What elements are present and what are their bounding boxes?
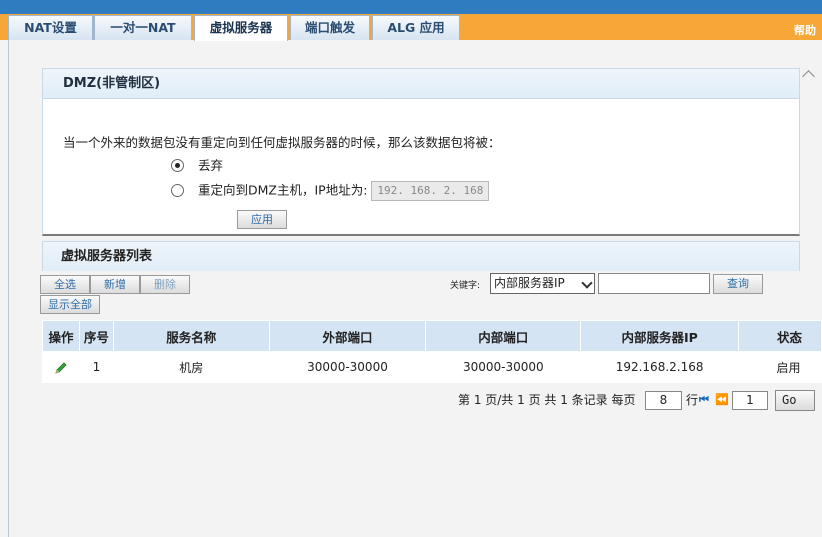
keyword-select[interactable]: 内部服务器IP: [490, 273, 595, 294]
redirect-radio[interactable]: [171, 183, 184, 197]
select-all-button[interactable]: 全选: [40, 275, 90, 294]
tab-virtual-server[interactable]: 虚拟服务器: [194, 15, 288, 41]
dmz-description: 当一个外来的数据包没有重定向到任何虚拟服务器的时候，那么该数据包将被：: [63, 135, 501, 150]
col-header-name: 服务名称: [112, 320, 270, 352]
col-header-ext-port: 外部端口: [268, 320, 427, 352]
dmz-ip-input[interactable]: 192. 168. 2. 168: [371, 181, 490, 201]
row-server-ip: 192.168.2.168: [580, 351, 739, 383]
row-service-name: 机房: [113, 351, 270, 383]
col-header-status: 状态: [738, 320, 822, 352]
row-index: 1: [79, 351, 114, 383]
rows-label: 行: [686, 393, 699, 407]
first-page-icon[interactable]: ⏮: [699, 393, 709, 407]
dmz-title: DMZ(非管制区): [43, 69, 799, 99]
tab-port-trigger[interactable]: 端口触发: [290, 15, 370, 40]
pager-text: 第 1 页/共 1 页 共 1 条记录 每页: [458, 393, 636, 407]
tab-nat-settings[interactable]: NAT设置: [8, 15, 93, 40]
tab-one-to-one-nat[interactable]: 一对一NAT: [94, 15, 192, 40]
row-ext-port: 30000-30000: [269, 351, 426, 383]
keyword-select-value: 内部服务器IP: [494, 276, 565, 290]
table-row: 1 机房 30000-30000 30000-30000 192.168.2.1…: [42, 351, 822, 383]
tab-bar: NAT设置 一对一NAT 虚拟服务器 端口触发 ALG 应用 帮助: [0, 14, 822, 41]
tab-alg[interactable]: ALG 应用: [372, 15, 460, 40]
apply-button[interactable]: 应用: [237, 210, 287, 229]
discard-option[interactable]: 丢弃: [171, 157, 223, 175]
redirect-label: 重定向到DMZ主机，IP地址为:: [198, 182, 368, 198]
top-banner: [0, 0, 822, 14]
help-link[interactable]: 帮助: [794, 22, 816, 38]
edit-cell[interactable]: [42, 351, 80, 383]
keyword-label: 关键字:: [450, 281, 481, 291]
add-button[interactable]: 新增: [90, 275, 140, 294]
col-header-server-ip: 内部服务器IP: [580, 320, 740, 352]
virtual-server-table: 操作 序号 服务名称 外部端口 内部端口 内部服务器IP 状态 1 机房 300…: [42, 320, 822, 383]
prev-page-icon[interactable]: ⏪: [715, 393, 729, 406]
row-int-port: 30000-30000: [425, 351, 581, 383]
vs-list-title: 虚拟服务器列表: [42, 241, 800, 271]
col-header-index: 序号: [78, 320, 114, 352]
app-root: { "tabs": [ {"label": "NAT设置"}, {"label"…: [0, 0, 822, 537]
redirect-option[interactable]: 重定向到DMZ主机，IP地址为: 192. 168. 2. 168: [171, 181, 490, 201]
delete-button[interactable]: 删除: [140, 275, 190, 294]
left-divider: [8, 40, 9, 537]
page-number-input[interactable]: 1: [732, 391, 768, 410]
row-status: 启用: [738, 351, 822, 383]
per-page-input[interactable]: 8: [645, 391, 682, 410]
scroll-up-icon[interactable]: [802, 70, 815, 83]
table-header-row: 操作 序号 服务名称 外部端口 内部端口 内部服务器IP 状态: [42, 320, 822, 352]
discard-label: 丢弃: [198, 158, 224, 173]
col-header-int-port: 内部端口: [425, 320, 582, 352]
show-all-button[interactable]: 显示全部: [40, 295, 100, 314]
discard-radio[interactable]: [171, 159, 184, 172]
edit-pencil-icon[interactable]: [54, 361, 68, 375]
dmz-panel: DMZ(非管制区) 当一个外来的数据包没有重定向到任何虚拟服务器的时候，那么该数…: [42, 68, 800, 236]
chevron-down-icon: [581, 277, 593, 289]
search-button[interactable]: 查询: [713, 274, 763, 294]
keyword-input[interactable]: [598, 273, 710, 294]
go-button[interactable]: Go: [775, 390, 815, 411]
col-header-action: 操作: [42, 320, 80, 352]
